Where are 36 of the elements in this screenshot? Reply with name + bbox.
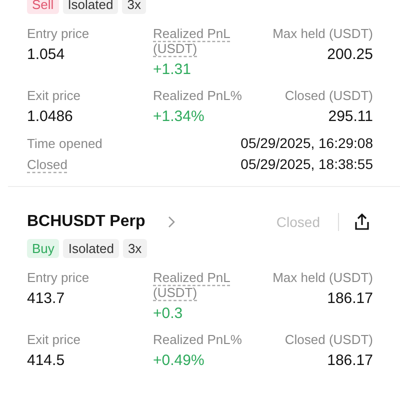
symbol-title[interactable]: BCHUSDT Perp: [27, 213, 146, 231]
time-label[interactable]: Closed: [27, 157, 68, 172]
stat-label[interactable]: Realized PnL (USDT): [153, 26, 231, 56]
stat-label: Exit price: [27, 332, 80, 347]
stat-value: 186.17: [327, 290, 373, 307]
time-label: Time opened: [27, 136, 102, 151]
stat-value: 186.17: [327, 352, 373, 369]
time-value: 05/29/2025, 18:38:55: [240, 156, 373, 172]
stat-label[interactable]: Realized PnL (USDT): [153, 270, 231, 300]
tag: Buy: [27, 239, 60, 258]
stat-label: Closed (USDT): [284, 88, 373, 103]
status-label: Closed: [276, 214, 320, 230]
time-value: 05/29/2025, 16:29:08: [240, 135, 373, 151]
stat-label: Realized PnL%: [153, 332, 242, 347]
stat-value: 1.0486: [27, 108, 73, 125]
stat-value: 295.11: [328, 108, 373, 125]
stat-value: 413.7: [27, 290, 65, 307]
tag: Isolated: [63, 239, 119, 258]
stat-label: Entry price: [27, 26, 90, 41]
stat-value: +1.34%: [153, 108, 204, 125]
stat-value: 414.5: [27, 352, 65, 369]
share-icon[interactable]: [353, 213, 371, 231]
stat-value: 1.054: [27, 46, 65, 63]
stat-label: Exit price: [27, 88, 80, 103]
stat-label: Max held (USDT): [272, 26, 373, 41]
tag: 3x: [122, 0, 146, 14]
stat-value: +1.31: [153, 61, 191, 78]
chevron-right-icon[interactable]: [167, 216, 176, 228]
stat-label: Closed (USDT): [284, 332, 373, 347]
stat-value: +0.3: [153, 305, 183, 322]
stat-label: Realized PnL%: [153, 88, 242, 103]
stat-value: 200.25: [327, 46, 373, 63]
stat-label: Entry price: [27, 270, 90, 285]
tag: 3x: [122, 239, 147, 258]
stat-label: Max held (USDT): [272, 270, 373, 285]
stat-value: +0.49%: [153, 352, 204, 369]
